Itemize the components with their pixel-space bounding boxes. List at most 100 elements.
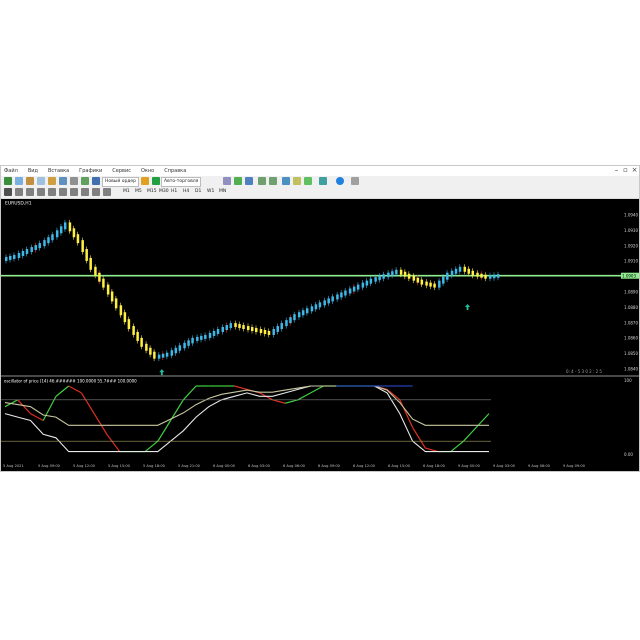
profiles-icon[interactable] [15, 177, 23, 185]
minimize-icon[interactable]: – [612, 166, 621, 175]
zoom-out-icon[interactable] [269, 177, 277, 185]
arrows-icon[interactable] [103, 188, 111, 196]
menu-view[interactable]: Вид [28, 167, 38, 176]
indicators-icon[interactable] [319, 177, 327, 185]
timeframe-m1[interactable]: M1 [123, 188, 130, 196]
autoscroll-icon[interactable] [304, 177, 312, 185]
timeframe-w1[interactable]: W1 [207, 188, 214, 196]
candle [267, 330, 271, 335]
zoom-in-icon[interactable] [258, 177, 266, 185]
strategy-tester-icon[interactable] [70, 177, 78, 185]
timeframe-m30[interactable]: M30 [159, 188, 169, 196]
candle [204, 334, 207, 339]
candle [114, 298, 118, 309]
timeframe-h4[interactable]: H4 [183, 188, 189, 196]
candle [212, 330, 216, 336]
candle [47, 237, 50, 244]
autotrading-button[interactable]: Авто-торговля [161, 177, 202, 187]
candle [484, 274, 487, 279]
oscillator-main-segment [386, 388, 401, 401]
candle [234, 323, 237, 328]
menu-file[interactable]: Файл [4, 167, 18, 176]
close-icon[interactable]: × [630, 166, 639, 175]
signals-icon[interactable] [141, 177, 149, 185]
oscillator-main-segment [297, 392, 311, 401]
oscillator-main-segment [182, 385, 197, 401]
navigator-icon[interactable] [48, 177, 56, 185]
candle [76, 234, 80, 244]
price-chart[interactable]: EURUSD,H11.09401.09301.09201.09101.09001… [1, 199, 639, 471]
vertical-line-icon[interactable] [26, 188, 34, 196]
text-icon[interactable] [81, 188, 89, 196]
menu-tools[interactable]: Сервис [112, 167, 131, 176]
timeframe-m5[interactable]: M5 [135, 188, 142, 196]
chart-shift-icon[interactable] [293, 177, 301, 185]
candle [238, 324, 241, 329]
candle [272, 329, 275, 335]
menu-insert[interactable]: Вставка [48, 167, 69, 176]
candle [59, 226, 63, 234]
candle [391, 271, 394, 276]
trendline-icon[interactable] [48, 188, 56, 196]
price-tick: 1.0930 [624, 228, 638, 233]
candle [38, 243, 41, 249]
templates-icon[interactable] [351, 177, 359, 185]
fibonacci-icon[interactable] [70, 188, 78, 196]
time-tick: 6 Aug 12:00 [353, 464, 376, 468]
candle [344, 290, 347, 296]
candle [221, 327, 225, 332]
oscillator-main-segment [463, 426, 477, 442]
menu-charts[interactable]: Графики [79, 167, 102, 176]
candle [305, 308, 309, 314]
timeframe-d1[interactable]: D1 [195, 188, 201, 196]
options-icon[interactable] [81, 177, 89, 185]
candle [458, 266, 462, 272]
timeframe-m15[interactable]: M15 [147, 188, 157, 196]
candle [119, 305, 123, 316]
timeframe-h1[interactable]: H1 [171, 188, 177, 196]
oscillator-main-segment [106, 433, 121, 452]
price-tick: 1.0940 [624, 213, 638, 218]
chart-symbol-label: EURUSD,H1 [5, 201, 32, 207]
horizontal-line-icon[interactable] [37, 188, 45, 196]
candle [297, 312, 301, 318]
restore-icon[interactable]: ▫ [621, 166, 630, 175]
crosshair-icon[interactable] [15, 188, 23, 196]
terminal-icon[interactable] [59, 177, 67, 185]
oscillator-main-segment [272, 399, 286, 404]
candle [356, 284, 360, 290]
candle [314, 304, 318, 310]
data-window-icon[interactable] [37, 177, 45, 185]
metaeditor-icon[interactable] [92, 177, 100, 185]
autotrading-icon[interactable] [152, 177, 160, 185]
candle [327, 298, 330, 304]
candle [387, 272, 390, 278]
cursor-icon[interactable] [4, 188, 12, 196]
new-order-button[interactable]: Новый ордер [102, 177, 140, 187]
candle [352, 286, 356, 292]
market-watch-icon[interactable] [26, 177, 34, 185]
candle [493, 274, 496, 279]
candle [94, 266, 97, 276]
menu-help[interactable]: Справка [164, 167, 186, 176]
menu-window[interactable]: Окно [141, 167, 154, 176]
candle [476, 272, 479, 277]
equidistant-channel-icon[interactable] [59, 188, 67, 196]
tile-windows-icon[interactable] [282, 177, 290, 185]
candle [157, 354, 161, 359]
bar-chart-icon[interactable] [223, 177, 231, 185]
oscillator-signal-line [4, 385, 489, 453]
chart-canvas[interactable]: EURUSD,H11.09401.09301.09201.09101.09001… [1, 199, 639, 471]
candle [395, 269, 398, 275]
oscillator-main-segment [285, 399, 299, 404]
candlestick-icon[interactable] [234, 177, 242, 185]
line-chart-icon[interactable] [245, 177, 253, 185]
label-icon[interactable] [92, 188, 100, 196]
candle [196, 336, 199, 341]
new-chart-icon[interactable] [4, 177, 12, 185]
candle [374, 277, 377, 282]
timeframe-mn[interactable]: MN [219, 188, 226, 196]
candle [399, 269, 403, 275]
candle [89, 257, 92, 270]
periods-icon[interactable] [336, 177, 344, 185]
